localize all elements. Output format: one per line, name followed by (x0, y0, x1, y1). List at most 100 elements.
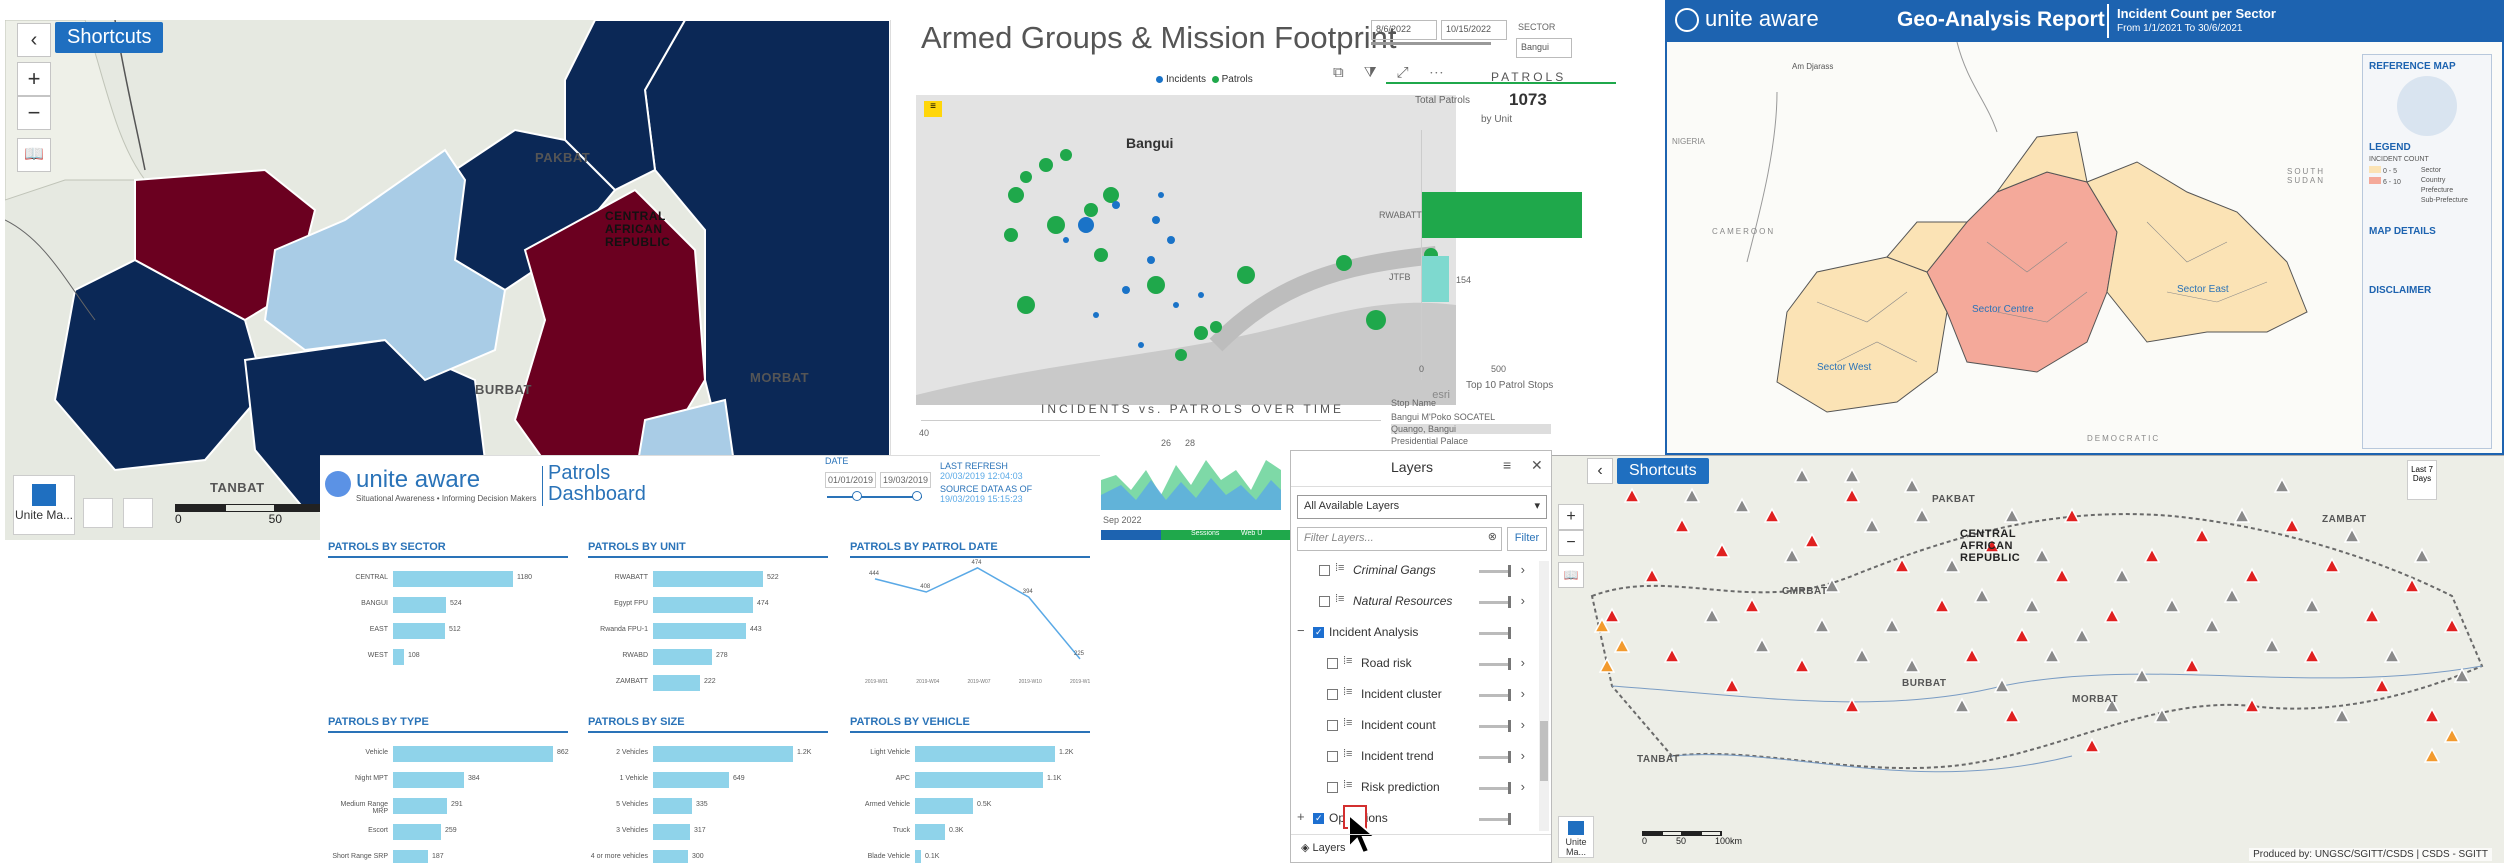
bar-fill[interactable] (653, 571, 763, 587)
layer-checkbox[interactable] (1327, 658, 1338, 669)
bar-row[interactable]: 4 or more vehicles 300 (588, 845, 828, 863)
chevron-right-icon[interactable]: › (1521, 655, 1525, 670)
book-icon-2[interactable]: 📖 (1558, 562, 1584, 588)
back-chevron-icon[interactable]: ‹ (17, 23, 51, 57)
zoom-out-button-2[interactable]: − (1558, 530, 1584, 556)
slider-handle-end[interactable] (912, 491, 922, 501)
visual-toolbar[interactable]: ⧉ ⧩ ⤢ ⋯ (1333, 64, 1452, 81)
unite-map-tile-2[interactable]: Unite Ma... (1558, 816, 1594, 858)
close-icon[interactable]: ✕ (1531, 457, 1543, 474)
date-from-input[interactable]: 8/6/2022 (1371, 20, 1437, 40)
opacity-slider[interactable] (1479, 813, 1511, 825)
slider-handle-start[interactable] (852, 491, 862, 501)
bar-row[interactable]: 2 Vehicles 1.2K (588, 741, 828, 767)
clear-icon[interactable]: ⊗ (1488, 530, 1497, 543)
bar-row[interactable]: WEST 108 (328, 644, 568, 670)
bar-row[interactable]: CENTRAL 1180 (328, 566, 568, 592)
bar-row[interactable]: Short Range SRP 187 (328, 845, 568, 863)
layer-checkbox[interactable] (1319, 596, 1330, 607)
patrol-date-line-chart[interactable]: 444 2019-W01 408 2019-W04 474 2019-W07 394 2019… (850, 558, 1093, 688)
layer-checkbox[interactable] (1313, 627, 1324, 638)
unit-bar-rwabatt[interactable] (1422, 192, 1582, 238)
date-to-input[interactable]: 10/15/2022 (1441, 20, 1507, 40)
opacity-slider[interactable] (1479, 751, 1511, 763)
layer-checkbox[interactable] (1327, 689, 1338, 700)
last-7-days-tile[interactable]: Last 7 Days (2407, 460, 2437, 500)
bar-row[interactable]: Medium Range MRP 291 (328, 793, 568, 819)
chevron-right-icon[interactable]: › (1521, 562, 1525, 577)
layers-footer[interactable]: ◈ Layers (1291, 834, 1551, 862)
bar-fill[interactable] (653, 597, 753, 613)
layers-tile-2[interactable] (123, 498, 153, 528)
collapse-icon[interactable]: − (1297, 623, 1305, 638)
opacity-slider[interactable] (1479, 565, 1511, 577)
pd-date-from[interactable]: 01/01/2019 (825, 472, 877, 488)
opacity-slider[interactable] (1479, 689, 1511, 701)
opacity-slider[interactable] (1479, 627, 1511, 639)
bangui-map[interactable]: ≡ Bangui esri (916, 95, 1456, 405)
layers-menu-icon[interactable]: ≡ (1503, 457, 1511, 473)
sector-select[interactable]: Bangui (1516, 38, 1572, 58)
unite-map-tile[interactable]: Unite Ma... (13, 475, 75, 535)
layer-item[interactable]: ⁞≡ Criminal Gangs › (1291, 557, 1531, 585)
bar-row[interactable]: ZAMBATT 222 (588, 670, 828, 696)
layers-tile-1[interactable] (83, 498, 113, 528)
layer-scope-select[interactable]: All Available Layers ▾ (1297, 495, 1547, 519)
bar-fill[interactable] (653, 623, 746, 639)
bar-fill[interactable] (915, 824, 945, 840)
bar-fill[interactable] (393, 649, 404, 665)
incidents-point-map[interactable]: Shortcuts ‹ + − 📖 CENTRAL AFRICAN REPUBL… (1552, 455, 2504, 863)
stop-row-2[interactable]: Quango, Bangui (1391, 424, 1551, 434)
report-map[interactable] (1667, 42, 2357, 453)
back-chevron-icon-2[interactable]: ‹ (1587, 458, 1613, 484)
zoom-in-button-2[interactable]: + (1558, 504, 1584, 530)
bar-fill[interactable] (393, 824, 441, 840)
layer-checkbox[interactable] (1327, 782, 1338, 793)
bar-fill[interactable] (915, 772, 1043, 788)
bar-fill[interactable] (653, 675, 700, 691)
bar-fill[interactable] (393, 798, 447, 814)
date-slider[interactable] (1371, 42, 1491, 45)
chevron-right-icon[interactable]: › (1521, 686, 1525, 701)
layer-item[interactable]: +Operations (1291, 805, 1531, 833)
bar-row[interactable]: Truck 0.3K (850, 819, 1090, 845)
layer-checkbox[interactable] (1319, 565, 1330, 576)
chevron-right-icon[interactable]: › (1521, 593, 1525, 608)
bar-row[interactable]: Vehicle 862 (328, 741, 569, 767)
layer-checkbox[interactable] (1327, 720, 1338, 731)
bar-fill[interactable] (915, 798, 973, 814)
stop-row-1[interactable]: Bangui M'Poko SOCATEL (1391, 412, 1495, 422)
chevron-right-icon[interactable]: › (1521, 717, 1525, 732)
opacity-slider[interactable] (1479, 782, 1511, 794)
bar-fill[interactable] (393, 850, 428, 863)
filter-button[interactable]: Filter (1507, 527, 1547, 551)
bar-row[interactable]: Rwanda FPU-1 443 (588, 618, 828, 644)
bar-row[interactable]: RWABATT 522 (588, 566, 828, 592)
bar-fill[interactable] (393, 571, 513, 587)
bar-fill[interactable] (915, 746, 1055, 762)
bar-row[interactable]: Egypt FPU 474 (588, 592, 828, 618)
layers-scrollbar[interactable] (1539, 561, 1549, 831)
scroll-thumb[interactable] (1540, 721, 1548, 781)
zoom-out-button[interactable]: − (17, 96, 51, 130)
unit-bar-jtfb[interactable] (1422, 256, 1449, 302)
layer-item[interactable]: ⁞≡ Incident trend › (1291, 743, 1531, 771)
pd-date-slider[interactable] (827, 491, 922, 501)
layer-item[interactable]: ⁞≡ Road risk › (1291, 650, 1531, 678)
bar-row[interactable]: RWABD 278 (588, 644, 828, 670)
bar-row[interactable]: 3 Vehicles 317 (588, 819, 828, 845)
bar-fill[interactable] (393, 623, 445, 639)
bar-row[interactable]: BANGUI 524 (328, 592, 568, 618)
bar-row[interactable]: EAST 512 (328, 618, 568, 644)
chevron-right-icon[interactable]: › (1521, 779, 1525, 794)
bar-row[interactable]: Escort 259 (328, 819, 568, 845)
opacity-slider[interactable] (1479, 720, 1511, 732)
opacity-slider[interactable] (1479, 658, 1511, 670)
expand-icon[interactable]: + (1297, 809, 1305, 824)
bar-fill[interactable] (393, 772, 464, 788)
bar-fill[interactable] (653, 824, 690, 840)
layer-checkbox[interactable] (1313, 813, 1324, 824)
bar-fill[interactable] (653, 850, 688, 863)
bar-fill[interactable] (915, 850, 921, 863)
pd-date-to[interactable]: 19/03/2019 (880, 472, 932, 488)
